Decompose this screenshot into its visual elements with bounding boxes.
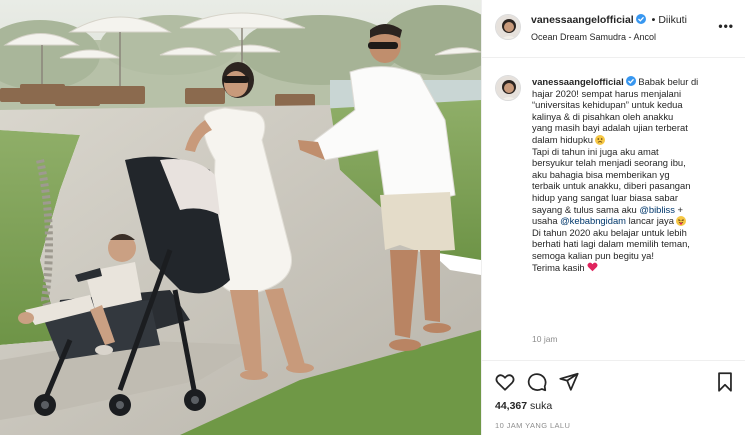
- post-header: vanessaangelofficial • Diikuti Ocean Drea…: [482, 0, 745, 58]
- mention-link-bibliss[interactable]: @bibliss: [639, 204, 675, 215]
- bookmark-icon[interactable]: [714, 371, 736, 393]
- separator-dot: •: [651, 14, 656, 26]
- caption-avatar[interactable]: [495, 75, 521, 101]
- caption-username[interactable]: vanessaangelofficial: [532, 76, 624, 87]
- likes-count: 44,367: [495, 400, 528, 412]
- location-link[interactable]: Ocean Dream Samudra - Ancol: [531, 32, 656, 42]
- send-icon[interactable]: [558, 371, 580, 393]
- post-side-panel: vanessaangelofficial • Diikuti Ocean Drea…: [481, 0, 745, 435]
- caption-line: +: [674, 203, 684, 215]
- caption-line: yang masih bayi adalah ujian terberat: [532, 122, 688, 134]
- caption-line: dalam hidupku: [532, 133, 593, 145]
- heart-outline-icon[interactable]: [494, 371, 516, 393]
- caption-line: “universitas kehidupan” untuk kedua: [532, 99, 683, 111]
- post-actions: 44,367 suka 10 JAM YANG LALU: [482, 360, 745, 435]
- header-username[interactable]: vanessaangelofficial: [531, 14, 634, 26]
- follow-status-button[interactable]: Diikuti: [658, 14, 687, 26]
- mention-link-kebabngidam[interactable]: @kebabngidam: [560, 215, 626, 226]
- tongue-face-emoji-icon: [675, 216, 686, 227]
- caption-line: aku bahagia bisa memberikan yg: [532, 168, 670, 180]
- more-options-icon[interactable]: •••: [718, 20, 734, 32]
- caption-line: Terima kasih: [532, 261, 585, 273]
- family-photo-illustration: [0, 0, 481, 435]
- instagram-post: vanessaangelofficial • Diikuti Ocean Drea…: [0, 0, 745, 435]
- post-photo[interactable]: [0, 0, 481, 435]
- post-timestamp[interactable]: 10 JAM YANG LALU: [495, 421, 570, 430]
- likes-counter[interactable]: 44,367 suka: [495, 400, 552, 412]
- caption-line: sayang & tulus sama aku: [532, 203, 640, 215]
- caption-line: terbaik untuk anakku, diberi pasangan: [532, 180, 691, 192]
- likes-label: suka: [530, 400, 553, 412]
- caption-line: usaha: [532, 215, 561, 227]
- sad-face-emoji-icon: [594, 134, 605, 145]
- caption-line: bersyukur telah menjadi seorang ibu,: [532, 157, 686, 169]
- comment-timestamp[interactable]: 10 jam: [532, 334, 558, 344]
- caption-line: Babak belur di: [638, 76, 699, 87]
- caption-line: Di tahun 2020 aku belajar untuk lebih: [532, 226, 687, 238]
- caption-line: Tapi di tahun ini juga aku amat: [532, 145, 659, 157]
- caption-line: hidup yang sangat luar biasa sabar: [532, 191, 678, 203]
- caption-line: kalinya & di pisahkan oleh anakku: [532, 110, 674, 122]
- red-heart-emoji-icon: [587, 262, 598, 275]
- profile-avatar[interactable]: [495, 14, 521, 40]
- comment-icon[interactable]: [526, 371, 548, 393]
- caption-line: berhati hati lagi dalam memilih teman,: [532, 238, 690, 250]
- caption-section: vanessaangelofficial Babak belur di haja…: [482, 58, 745, 360]
- caption-line: lancar jaya: [625, 215, 674, 227]
- verified-badge-icon: [635, 14, 646, 24]
- verified-badge-icon: [625, 76, 636, 86]
- caption-line: semoga kalian pun begitu ya!: [532, 249, 654, 261]
- caption-line: hajar 2020! sempat harus menjalani: [532, 87, 682, 99]
- caption-text: vanessaangelofficial Babak belur di haja…: [532, 76, 736, 274]
